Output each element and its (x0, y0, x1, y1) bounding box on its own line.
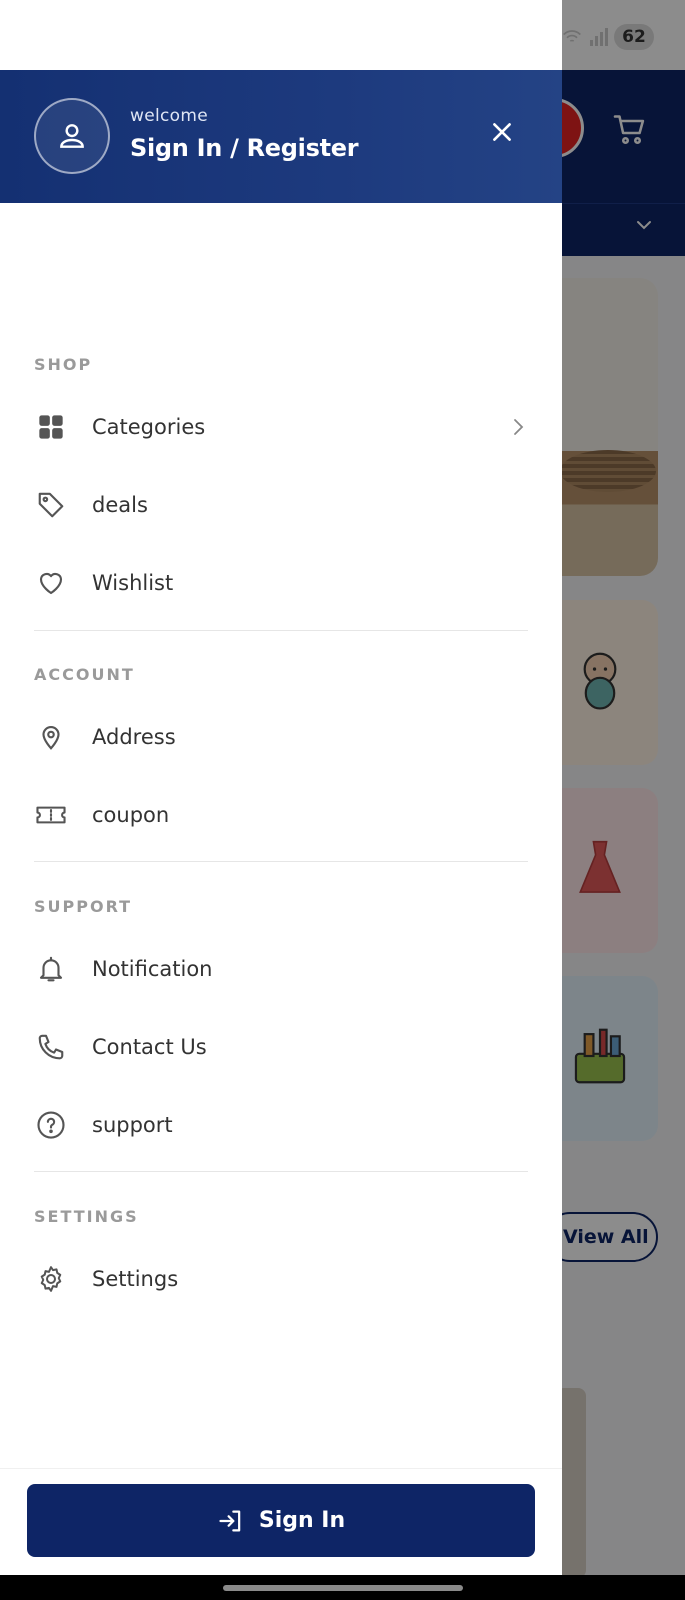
bell-icon (34, 952, 68, 986)
section-title-settings: SETTINGS (34, 1207, 139, 1226)
menu-item-label: coupon (92, 803, 170, 827)
menu-item-deals[interactable]: deals (0, 473, 562, 537)
location-pin-icon (34, 720, 68, 754)
drawer-header: welcome Sign In / Register (0, 70, 562, 203)
grid-icon (34, 410, 68, 444)
sign-in-register-link[interactable]: Sign In / Register (130, 134, 359, 162)
sign-in-button[interactable]: Sign In (27, 1484, 535, 1557)
menu-item-address[interactable]: Address (0, 705, 562, 769)
drawer-status-area (0, 0, 562, 70)
divider (34, 861, 528, 862)
phone-icon (34, 1030, 68, 1064)
navigation-drawer: welcome Sign In / Register SHOP Categori… (0, 0, 562, 1575)
drawer-footer: Sign In (0, 1468, 562, 1575)
close-button[interactable] (484, 114, 520, 150)
menu-item-wishlist[interactable]: Wishlist (0, 551, 562, 615)
gear-icon (34, 1262, 68, 1296)
heart-icon (34, 566, 68, 600)
home-gesture-pill[interactable] (223, 1585, 463, 1591)
menu-item-label: support (92, 1113, 173, 1137)
menu-item-label: Notification (92, 957, 213, 981)
question-circle-icon (34, 1108, 68, 1142)
divider (34, 1171, 528, 1172)
menu-item-label: Wishlist (92, 571, 174, 595)
chevron-right-icon (514, 419, 524, 435)
menu-item-label: Address (92, 725, 176, 749)
menu-item-settings[interactable]: Settings (0, 1247, 562, 1311)
welcome-text: welcome (130, 106, 208, 126)
section-title-shop: SHOP (34, 355, 93, 374)
user-icon (60, 124, 84, 148)
sign-in-button-label: Sign In (258, 1508, 346, 1533)
menu-item-categories[interactable]: Categories (0, 395, 562, 459)
tag-icon (34, 488, 68, 522)
avatar[interactable] (34, 98, 110, 174)
menu-item-label: Categories (92, 415, 206, 439)
menu-item-label: Contact Us (92, 1035, 207, 1059)
menu-item-notification[interactable]: Notification (0, 937, 562, 1001)
login-icon (219, 1510, 241, 1531)
ticket-icon (34, 798, 68, 832)
divider (34, 630, 528, 631)
menu-item-label: Settings (92, 1267, 179, 1291)
menu-item-coupon[interactable]: coupon (0, 783, 562, 847)
menu-item-label: deals (92, 493, 148, 517)
close-icon (493, 123, 511, 141)
menu-item-contact-us[interactable]: Contact Us (0, 1015, 562, 1079)
system-nav-bar (0, 1575, 685, 1600)
section-title-support: SUPPORT (34, 897, 133, 916)
section-title-account: ACCOUNT (34, 665, 135, 684)
menu-item-support[interactable]: support (0, 1093, 562, 1157)
